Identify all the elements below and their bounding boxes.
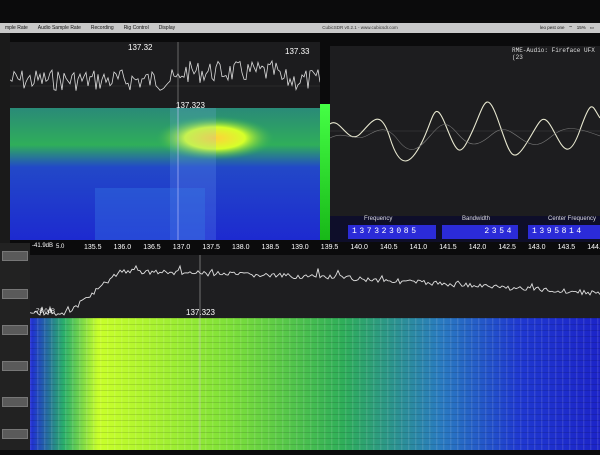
- axis-tick-label: 142.5: [498, 244, 516, 251]
- left-sidebar-top: [0, 33, 10, 243]
- frequency-label: Frequency: [364, 216, 393, 222]
- zoom-tick-left: 137.32: [128, 43, 153, 52]
- left-control-column: [0, 243, 30, 450]
- zoomed-waterfall-graphic: [10, 108, 320, 240]
- signal-level-meter[interactable]: [320, 104, 330, 240]
- audio-scope-panel[interactable]: [329, 46, 600, 216]
- main-spectrum-trace: [29, 255, 600, 318]
- axis-tick-label: 141.0: [409, 244, 428, 251]
- axis-tick-label: 137.0: [172, 244, 191, 251]
- frequency-axis: -41.9dB 5.0 135.5 136.0 136.5 137.0 137.5 138…: [30, 243, 600, 255]
- axis-tick-label: 143.5: [557, 244, 576, 251]
- menu-sample-rate[interactable]: mple Rate: [0, 23, 33, 33]
- main-spectrum-panel[interactable]: -78.0dB 137.323: [29, 255, 600, 318]
- battery-icon: ▭: [589, 25, 594, 30]
- audio-device-label: RME-Audio: Fireface UFX (23: [512, 47, 595, 61]
- battery-percent: 15%: [576, 25, 586, 30]
- zoomed-spectrum-panel[interactable]: [9, 42, 321, 108]
- axis-tick-label: 136.5: [143, 244, 161, 251]
- zoom-tick-right: 137.33: [285, 47, 310, 56]
- tuning-readouts: Frequency Bandwidth Center Frequency 137…: [330, 216, 600, 242]
- control-slot[interactable]: [2, 325, 28, 335]
- axis-tick-label: 143.0: [528, 244, 546, 251]
- axis-tick-label: 141.5: [439, 244, 457, 251]
- axis-tick-label: 142.0: [468, 244, 487, 251]
- axis-tick-label: 144.0: [587, 244, 600, 251]
- main-waterfall-graphic: [30, 318, 600, 450]
- axis-tick-label: 136.0: [113, 244, 132, 251]
- control-slot[interactable]: [2, 429, 28, 439]
- axis-tick-label: 138.5: [261, 244, 280, 251]
- menu-bar: mple Rate Audio Sample Rate Recording Ri…: [0, 23, 600, 33]
- axis-tick-label: 139.5: [320, 244, 339, 251]
- menu-rig-control[interactable]: Rig Control: [119, 23, 154, 33]
- center-frequency-label: Center Frequency: [548, 216, 597, 222]
- menu-display[interactable]: Display: [154, 23, 180, 33]
- menu-audio-sample-rate[interactable]: Audio Sample Rate: [33, 23, 86, 33]
- axis-tick-label: 139.0: [291, 244, 309, 251]
- axis-tick-label: 140.5: [380, 244, 398, 251]
- center-frequency-display[interactable]: 1395814: [528, 225, 600, 239]
- bandwidth-display[interactable]: 2354: [442, 225, 518, 239]
- window-title: CubicSDR v0.2.1 - www.cubicsdr.com: [322, 25, 398, 30]
- frequency-display[interactable]: 137323085: [348, 225, 436, 239]
- zoomed-spectrum-trace: [9, 42, 321, 108]
- system-status: leo pest one ⌔ 15% ▭: [540, 23, 600, 33]
- status-text: leo pest one: [539, 25, 565, 30]
- audio-scope-trace: [329, 101, 600, 162]
- axis-tick-label: 135.5: [84, 244, 102, 251]
- main-waterfall[interactable]: [30, 318, 600, 450]
- control-slot[interactable]: [2, 361, 28, 371]
- control-slot[interactable]: [2, 251, 28, 261]
- axis-tick-label: 138.0: [232, 244, 250, 251]
- db-top-label: -41.9dB: [32, 243, 54, 249]
- control-slot[interactable]: [2, 289, 28, 299]
- menu-recording[interactable]: Recording: [86, 23, 119, 33]
- axis-tick-label: 137.5: [202, 244, 220, 251]
- axis-tick-first: 5.0: [56, 244, 65, 250]
- bandwidth-label: Bandwidth: [462, 216, 491, 222]
- main-marker-label: 137.323: [186, 308, 215, 317]
- zoomed-waterfall[interactable]: [10, 108, 320, 240]
- axis-tick-label: 140.0: [350, 244, 368, 251]
- wifi-icon: ⌔: [568, 25, 573, 30]
- db-bottom-label: -78.0dB: [34, 309, 56, 315]
- control-slot[interactable]: [2, 397, 28, 407]
